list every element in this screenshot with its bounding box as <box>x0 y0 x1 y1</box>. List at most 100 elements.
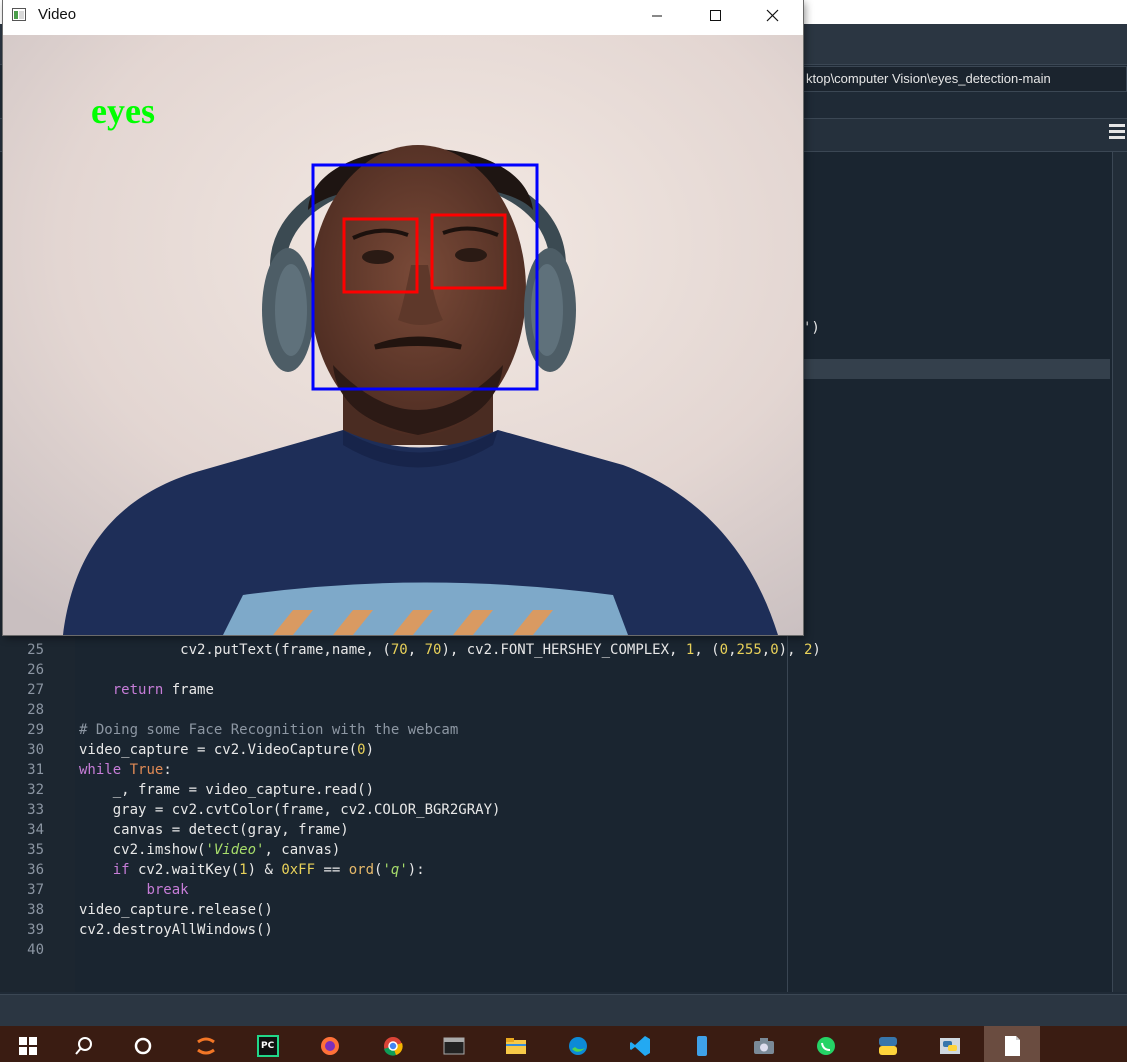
code-token: ): <box>407 862 425 878</box>
code-token: True <box>129 762 164 778</box>
line-number: 36 <box>27 862 44 878</box>
file-path-bar[interactable]: ktop\computer Vision\eyes_detection-main <box>795 66 1127 92</box>
code-token: frame <box>163 682 214 698</box>
camera-icon <box>754 1038 774 1054</box>
code-token: while <box>79 762 122 778</box>
terminal-icon <box>443 1037 465 1055</box>
taskbar-button[interactable] <box>488 1026 544 1062</box>
code-token: cv2.waitKey( <box>129 862 240 878</box>
code-token: 255 <box>736 642 762 658</box>
code-token: ), <box>778 642 804 658</box>
hamburger-menu-icon[interactable] <box>1109 124 1125 142</box>
line-number: 32 <box>27 782 44 798</box>
code-token: 70 <box>424 642 442 658</box>
code-token: 0 <box>770 642 779 658</box>
maximize-button[interactable] <box>686 0 744 32</box>
editor-scrollbar[interactable] <box>1112 152 1127 992</box>
eyes-label: eyes <box>91 91 155 131</box>
close-button[interactable] <box>744 0 802 32</box>
taskbar-button[interactable] <box>984 1026 1040 1062</box>
window-titlebar[interactable]: Video <box>3 0 803 32</box>
taskbar-button[interactable] <box>798 1026 854 1062</box>
line-number: 27 <box>27 682 44 698</box>
code-token: cv2.imshow( <box>79 842 206 858</box>
line-number: 31 <box>27 762 44 778</box>
code-token: break <box>146 882 189 898</box>
line-number: 25 <box>27 642 44 658</box>
code-text: canvas = detect(gray, frame) <box>79 820 349 840</box>
cortana-icon <box>134 1037 152 1055</box>
code-token: , <box>407 642 425 658</box>
code-text: # Doing some Face Recognition with the w… <box>79 720 458 740</box>
code-token: 0xFF <box>281 862 316 878</box>
minimize-button[interactable] <box>628 0 686 32</box>
video-window[interactable]: Video eyes <box>3 0 803 635</box>
taskbar-button[interactable] <box>115 1026 171 1062</box>
code-text: break <box>79 880 189 900</box>
taskbar-button[interactable] <box>674 1026 730 1062</box>
code-token: ) <box>812 642 821 658</box>
line-number: 28 <box>27 702 44 718</box>
code-token: video_capture.release() <box>79 902 273 918</box>
line-number: 35 <box>27 842 44 858</box>
taskbar-button[interactable] <box>426 1026 482 1062</box>
search-icon <box>75 1037 92 1055</box>
code-token: cv2.putText(frame,name, ( <box>79 642 391 658</box>
app-icon <box>12 8 26 21</box>
code-token: ord <box>348 862 375 878</box>
code-token: , canvas) <box>264 842 341 858</box>
line-number: 40 <box>27 942 44 958</box>
code-text: cv2.putText(frame,name, (70, 70), cv2.FO… <box>79 640 821 660</box>
line-number: 29 <box>27 722 44 738</box>
line-number: 38 <box>27 902 44 918</box>
taskbar-button[interactable] <box>550 1026 606 1062</box>
taskbar-button[interactable] <box>736 1026 792 1062</box>
line-number: 37 <box>27 882 44 898</box>
taskbar: PC <box>0 1026 1127 1062</box>
code-text: _, frame = video_capture.read() <box>79 780 374 800</box>
edge-icon <box>569 1037 587 1055</box>
code-text: if cv2.waitKey(1) & 0xFF == ord('q'): <box>79 860 425 880</box>
taskbar-button[interactable]: PC <box>240 1026 296 1062</box>
code-token: video_capture = cv2.VideoCapture( <box>79 742 358 758</box>
line-number: 39 <box>27 922 44 938</box>
taskbar-button[interactable] <box>860 1026 916 1062</box>
code-token: ), cv2.FONT_HERSHEY_COMPLEX, <box>441 642 686 658</box>
window-title: Video <box>38 6 77 23</box>
taskbar-button[interactable] <box>302 1026 358 1062</box>
taskbar-button[interactable] <box>365 1026 421 1062</box>
code-token: 1 <box>239 862 248 878</box>
taskbar-button[interactable] <box>612 1026 668 1062</box>
taskbar-button[interactable] <box>0 1026 56 1062</box>
taskbar-button[interactable] <box>922 1026 978 1062</box>
firefox-icon <box>321 1037 339 1055</box>
line-number: 33 <box>27 802 44 818</box>
taskbar-button[interactable] <box>56 1026 112 1062</box>
python-idle-icon <box>940 1038 960 1054</box>
code-token: _, frame = video_capture.read() <box>79 782 375 798</box>
chrome-icon <box>384 1037 403 1056</box>
code-token: canvas = detect(gray, frame) <box>79 822 349 838</box>
code-token: : <box>163 762 172 778</box>
windows-start-icon <box>19 1037 37 1055</box>
line-number: 30 <box>27 742 44 758</box>
minimize-icon <box>652 15 662 17</box>
vscode-icon <box>630 1036 650 1056</box>
file-explorer-icon <box>506 1038 526 1054</box>
taskbar-button[interactable] <box>178 1026 234 1062</box>
maximize-icon <box>710 10 721 21</box>
code-token: cv2.destroyAllWindows() <box>79 922 273 938</box>
webcam-image: eyes <box>3 35 803 635</box>
code-token: , <box>728 642 737 658</box>
code-text: gray = cv2.cvtColor(frame, cv2.COLOR_BGR… <box>79 800 501 820</box>
code-token: ) & <box>247 862 282 878</box>
code-token: , <box>761 642 771 658</box>
close-icon <box>766 9 779 22</box>
code-fragment: ') <box>803 320 820 336</box>
phone-icon <box>697 1036 707 1056</box>
code-text: cv2.imshow('Video', canvas) <box>79 840 341 860</box>
